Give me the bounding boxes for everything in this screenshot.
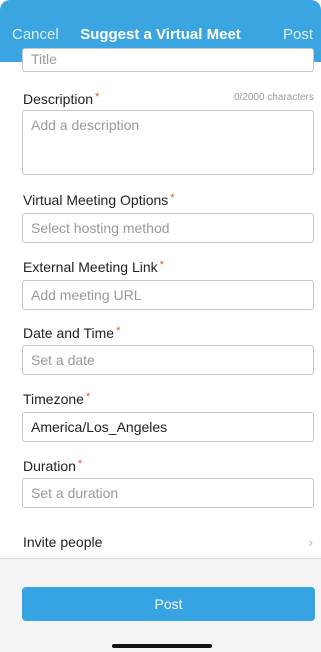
datetime-label-text: Date and Time xyxy=(23,325,115,341)
title-placeholder: Title xyxy=(31,51,57,67)
meeting-url-input[interactable]: Add meeting URL xyxy=(22,280,314,310)
required-marker: * xyxy=(77,458,83,470)
required-marker: * xyxy=(85,391,91,403)
invite-people-label: Invite people xyxy=(23,534,103,550)
required-marker: * xyxy=(170,192,175,204)
timezone-label: Timezone * xyxy=(23,391,90,407)
link-label: External Meeting Link * xyxy=(23,259,164,275)
post-button[interactable]: Post xyxy=(22,587,315,621)
required-marker: * xyxy=(95,91,100,103)
timezone-select[interactable]: America/Los_Angeles xyxy=(22,412,314,442)
page-title: Suggest a Virtual Meet xyxy=(80,26,241,43)
timezone-label-text: Timezone xyxy=(23,391,84,407)
chevron-right-icon: › xyxy=(308,534,313,550)
duration-select[interactable]: Set a duration xyxy=(22,478,314,508)
home-indicator xyxy=(112,644,212,648)
hosting-label-text: Virtual Meeting Options xyxy=(23,192,169,208)
description-label-text: Description xyxy=(23,91,94,107)
hosting-method-select[interactable]: Select hosting method xyxy=(22,213,314,243)
required-marker: * xyxy=(116,325,121,337)
hosting-label: Virtual Meeting Options * xyxy=(23,192,175,208)
description-input[interactable]: Add a description xyxy=(22,110,314,175)
required-marker: * xyxy=(159,259,164,271)
duration-label-text: Duration xyxy=(23,458,76,474)
date-picker[interactable]: Set a date xyxy=(22,345,314,375)
header-post-button[interactable]: Post xyxy=(283,26,313,43)
character-counter: 0/2000 characters xyxy=(233,92,314,103)
datetime-label: Date and Time * xyxy=(23,325,120,341)
title-input[interactable]: Title xyxy=(22,48,314,72)
link-label-text: External Meeting Link xyxy=(23,259,158,275)
duration-label: Duration * xyxy=(23,458,82,474)
description-label: Description * xyxy=(23,91,99,107)
invite-people-row[interactable]: Invite people › xyxy=(0,527,321,559)
